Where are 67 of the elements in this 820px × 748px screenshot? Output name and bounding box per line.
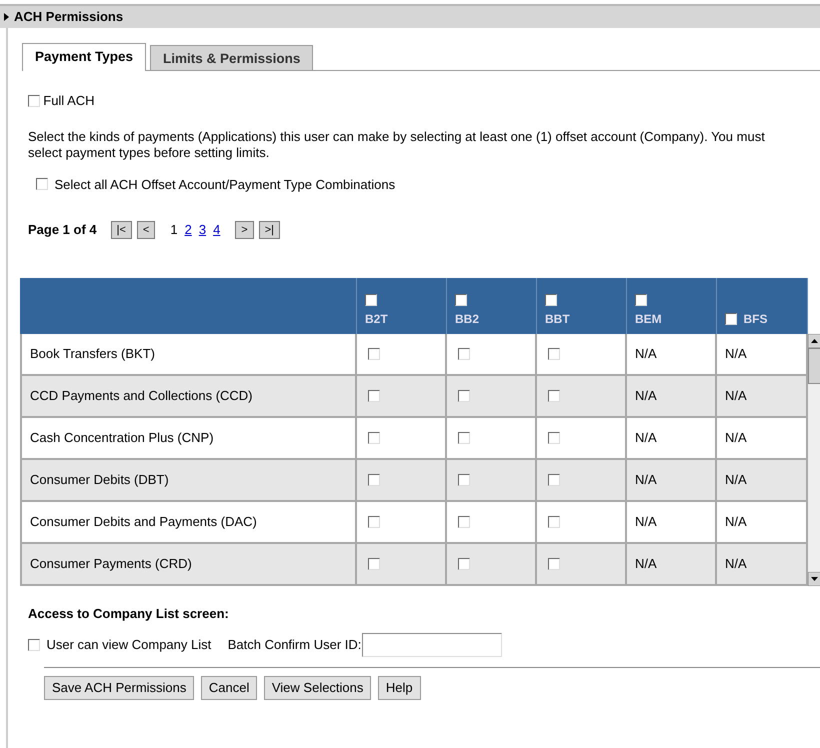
checkbox[interactable] bbox=[458, 474, 470, 486]
checkbox[interactable] bbox=[368, 348, 380, 360]
checkbox[interactable] bbox=[455, 294, 467, 306]
table-cell: N/A bbox=[627, 544, 717, 586]
checkbox[interactable] bbox=[548, 516, 560, 528]
checkbox[interactable] bbox=[725, 312, 737, 324]
checkbox[interactable] bbox=[548, 558, 560, 570]
checkbox[interactable] bbox=[368, 432, 380, 444]
checkbox[interactable] bbox=[368, 390, 380, 402]
column-header: BEM bbox=[635, 310, 662, 328]
checkbox[interactable] bbox=[458, 348, 470, 360]
previous-page-button[interactable]: < bbox=[136, 220, 156, 239]
section-heading: Access to Company List screen: bbox=[28, 604, 230, 623]
checkbox[interactable] bbox=[365, 294, 377, 306]
action-button[interactable]: Help bbox=[378, 676, 421, 700]
table-cell: N/A bbox=[717, 376, 808, 418]
checkbox[interactable] bbox=[548, 348, 560, 360]
action-button[interactable]: View Selections bbox=[264, 676, 372, 700]
checkbox[interactable] bbox=[458, 432, 470, 444]
scroll-down-icon[interactable] bbox=[808, 572, 820, 586]
table-cell: CCD Payments and Collections (CCD) bbox=[20, 376, 357, 418]
caret-icon[interactable] bbox=[4, 13, 9, 21]
last-page-button[interactable]: >| bbox=[258, 220, 280, 239]
next-page-button[interactable]: > bbox=[235, 220, 254, 239]
first-page-button[interactable]: |< bbox=[110, 220, 132, 239]
page-label: Page 1 of 4 bbox=[28, 221, 97, 239]
checkbox[interactable] bbox=[548, 474, 560, 486]
scrollbar[interactable] bbox=[808, 334, 820, 586]
checkbox-label: Select all ACH Offset Account/Payment Type Combinations bbox=[54, 176, 396, 194]
table-cell: N/A bbox=[717, 460, 808, 502]
table-cell: Consumer Debits (DBT) bbox=[20, 460, 357, 502]
checkbox[interactable] bbox=[458, 558, 470, 570]
checkbox[interactable] bbox=[368, 516, 380, 528]
checkbox[interactable] bbox=[635, 294, 647, 306]
checkbox-label: User can view Company List bbox=[46, 636, 212, 654]
checkbox[interactable] bbox=[368, 558, 380, 570]
page-link[interactable]: 3 bbox=[198, 220, 206, 240]
page-link[interactable]: 2 bbox=[184, 220, 192, 240]
input-field[interactable] bbox=[362, 633, 502, 657]
checkbox[interactable] bbox=[458, 516, 470, 528]
column-header: BBT bbox=[545, 310, 570, 328]
table-cell: Consumer Payments (CRD) bbox=[20, 544, 357, 586]
checkbox[interactable] bbox=[36, 178, 48, 190]
column-header: BFS bbox=[744, 310, 768, 328]
checkbox[interactable] bbox=[458, 390, 470, 402]
table-cell: N/A bbox=[627, 376, 717, 418]
tab[interactable]: Limits & Permissions bbox=[150, 45, 314, 70]
page-link[interactable]: 1 bbox=[170, 220, 178, 240]
table-cell: N/A bbox=[627, 460, 717, 502]
checkbox[interactable] bbox=[548, 390, 560, 402]
action-button[interactable]: Save ACH Permissions bbox=[44, 676, 194, 700]
table-cell: N/A bbox=[717, 544, 808, 586]
tab[interactable]: Payment Types bbox=[22, 43, 146, 71]
section-title: ACH Permissions bbox=[14, 8, 124, 26]
description-text: Select the kinds of payments (Applications) this user can make by selecting at least one (1) offset account (Company). You must select payment types before setting limits. bbox=[28, 128, 766, 160]
column-header: BB2 bbox=[455, 310, 480, 328]
column-header: B2T bbox=[365, 310, 388, 328]
checkbox[interactable] bbox=[28, 639, 40, 651]
page-link[interactable]: 4 bbox=[213, 220, 220, 240]
checkbox[interactable] bbox=[545, 294, 557, 306]
checkbox[interactable] bbox=[368, 474, 380, 486]
checkbox[interactable] bbox=[548, 432, 560, 444]
field-label: Batch Confirm User ID: bbox=[228, 636, 362, 654]
checkbox[interactable] bbox=[28, 94, 40, 107]
action-button[interactable]: Cancel bbox=[200, 676, 258, 700]
scroll-up-icon[interactable] bbox=[808, 334, 820, 348]
checkbox-label: Full ACH bbox=[43, 92, 95, 110]
